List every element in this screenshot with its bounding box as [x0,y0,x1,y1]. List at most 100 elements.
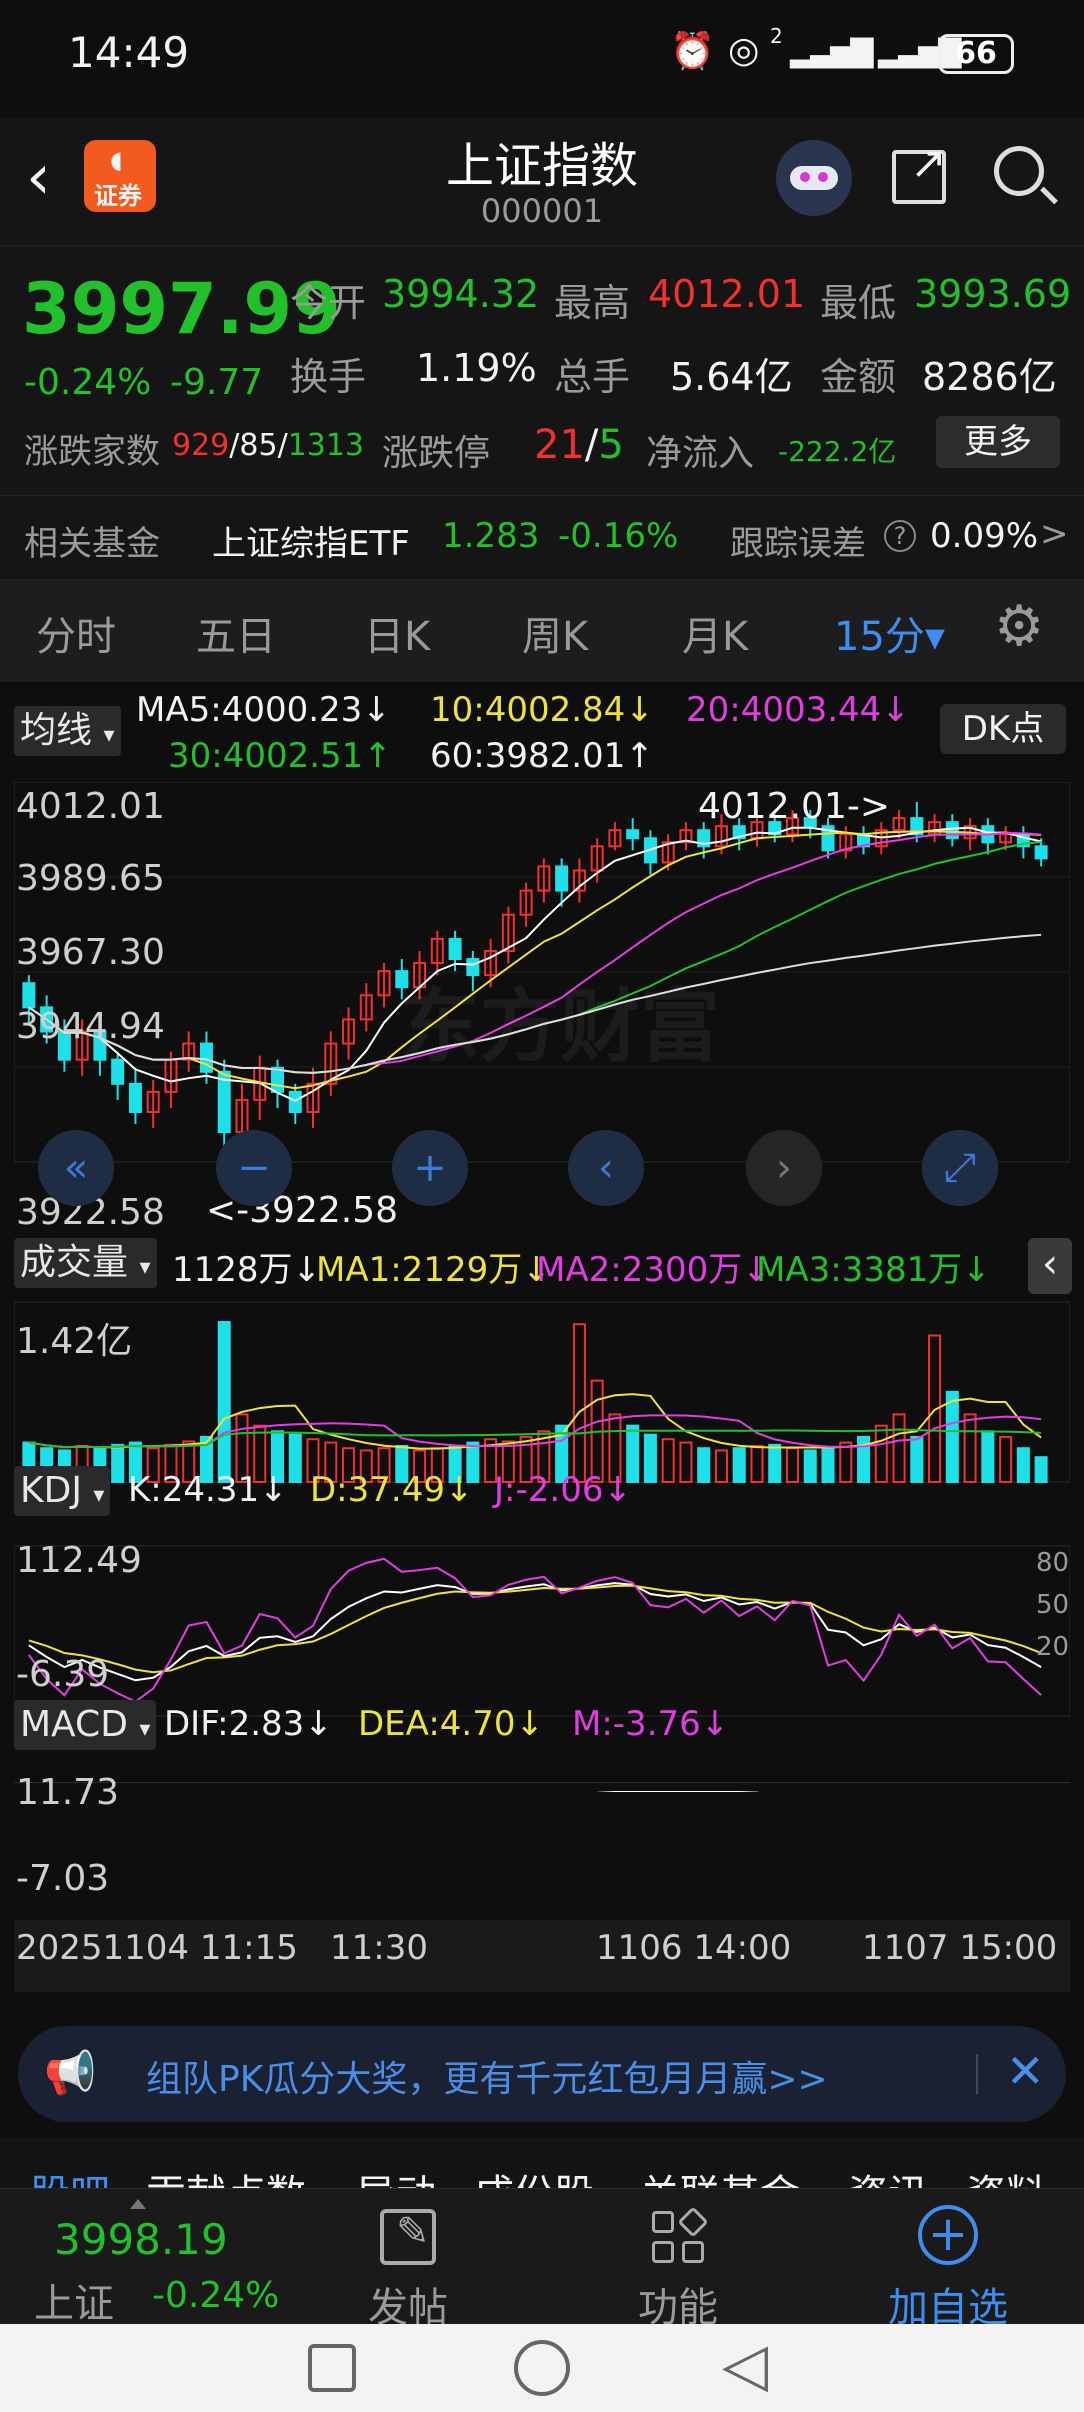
system-nav-bar: ◁ [0,2324,1084,2412]
open-value: 3994.32 [382,272,540,316]
tab-movement[interactable]: 异动 [356,2162,436,2188]
ma5-value: MA5:4000.23↓ [136,690,391,730]
volume-bar [945,1390,959,1483]
volume-bar [111,1443,125,1483]
related-fund-row[interactable]: 相关基金 上证综指ETF 1.283 -0.16% 跟踪误差 ? 0.09% > [0,496,1084,580]
period-tabs: 分时 五日 日K 周K 月K 15分▾ ⚙ [0,580,1084,682]
volume-ma2: MA2:2300万↓ [536,1250,771,1290]
amount-value: 8286亿 [922,355,1057,399]
fullscreen-icon[interactable]: ⤢ [922,1130,998,1206]
high-value: 4012.01 [648,272,806,316]
kdj-k-line [28,1582,1042,1682]
price-axis-top: 4012.01 [16,786,165,827]
macd-selector[interactable]: MACD ▾ [14,1700,157,1750]
candle-body [626,829,640,840]
volume-value: 5.64亿 [670,355,793,399]
header: ‹ 证券 ◖ 上证指数 000001 ↗ [0,118,1084,246]
limit-values: 21/5 [534,422,624,468]
time-axis-t2: 11:30 [330,1928,428,1968]
fund-price: 1.283 [442,516,540,556]
scroll-left-fast-icon[interactable]: « [38,1130,114,1206]
volume-bar [714,1449,728,1483]
breadth-label: 涨跌家数 [24,432,160,472]
volume-bar [750,1444,764,1484]
dk-point-button[interactable]: DK点 [940,704,1066,754]
zoom-in-icon[interactable]: + [392,1130,468,1206]
help-icon[interactable]: ? [884,520,916,552]
add-circle-icon[interactable]: + [918,2205,978,2265]
volume-ma3: MA3:3381万↓ [756,1250,991,1290]
zoom-out-icon[interactable]: − [216,1130,292,1206]
volume-bar [1034,1456,1048,1483]
info-tabs: 股吧 贡献点数 异动 成份股 关联基金 资讯 资料 [0,2138,1084,2188]
limit-label: 涨跌停 [382,433,491,474]
volume-bar [732,1447,746,1484]
back-nav-icon[interactable]: ◁ [722,2330,768,2400]
chart-area[interactable]: 均线 ▾ MA5:4000.23↓ 10:4002.84↓ 20:4003.44… [0,682,1084,2012]
candle-body [288,1090,302,1114]
share-icon[interactable]: ↗ [892,138,947,204]
search-icon[interactable] [994,146,1058,205]
robot-icon[interactable] [776,140,852,216]
tab-weekly-k[interactable]: 周K [522,604,588,662]
change-pct: -0.24% [24,362,152,403]
time-axis-t1: 20251104 11:15 [16,1928,298,1968]
fund-pct: -0.16% [558,516,679,556]
scroll-right-icon[interactable]: › [746,1130,822,1206]
bottom-pct: -0.24% [152,2275,280,2316]
home-icon[interactable] [514,2340,570,2396]
volume-bar [821,1447,835,1484]
bottom-price: 3998.19 [54,2215,228,2264]
candle-body [22,982,36,1009]
volume-axis: 1.42亿 [16,1321,133,1362]
kdj-selector[interactable]: KDJ ▾ [14,1466,111,1516]
volume-ma1: MA1:2129万↓ [316,1250,551,1290]
scroll-left-icon[interactable]: ‹ [568,1130,644,1206]
tab-daily-k[interactable]: 日K [364,604,430,662]
tab-contribution[interactable]: 贡献点数 [146,2162,306,2188]
tab-constituents[interactable]: 成份股 [474,2162,594,2188]
watermark: 东方财富 [400,980,720,1073]
fund-label: 相关基金 [24,524,160,564]
breadth-values: 929/85/1313 [172,428,365,463]
tab-guba[interactable]: 股吧 [30,2162,110,2188]
candle-body [945,821,959,840]
gear-icon[interactable]: ⚙ [994,594,1044,659]
bottom-name: 上证 [34,2281,114,2327]
volume-selector[interactable]: 成交量 ▾ [14,1238,157,1288]
ma-selector[interactable]: 均线 ▾ [14,706,121,756]
macd-axis-bottom: -7.03 [16,1858,110,1899]
kdj-axis-top: 112.49 [16,1540,142,1581]
netflow-value: -222.2亿 [778,435,897,468]
close-icon[interactable]: ✕ [1006,2044,1045,2098]
megaphone-icon: 📢 [44,2048,97,2097]
status-bar: 14:49 ⏰ ◎ 2 ▂▃▅▇ ▂▃▅▇ 66 [0,0,1084,118]
time-axis-t3: 1106 14:00 [596,1928,792,1968]
tab-profile[interactable]: 资料 [966,2162,1046,2188]
hotspot-icon: ◎ [728,30,760,71]
open-label: 今开 [290,281,367,325]
ma60-value: 60:3982.01↑ [430,736,654,776]
grid-icon[interactable] [652,2206,709,2265]
tab-monthly-k[interactable]: 月K [682,604,748,662]
tab-five-day[interactable]: 五日 [196,604,276,662]
low-value: 3993.69 [914,272,1072,316]
price-axis-l3: 3967.30 [16,932,165,973]
more-button[interactable]: 更多 [936,416,1060,468]
collapse-panel-icon[interactable]: ‹ [1028,1238,1072,1294]
quote-panel: 3997.99 -0.24% -9.77 今开 3994.32 最高 4012.… [0,246,1084,496]
promo-banner[interactable]: 📢 组队PK瓜分大奖，更有千元红包月月赢>> ✕ [18,2026,1066,2122]
tab-news[interactable]: 资讯 [848,2162,928,2188]
edit-icon[interactable]: ✎ [380,2209,436,2265]
volume-label: 总手 [554,355,631,399]
candle-body [111,1058,125,1085]
signal-icon: ▂▃▅▇ [790,34,873,69]
tab-related-funds[interactable]: 关联基金 [640,2162,800,2188]
recents-icon[interactable] [308,2344,356,2392]
expand-arrow-icon[interactable] [130,2199,146,2209]
high-annotation: 4012.01-> [698,786,891,827]
kdj-k: K:24.31↓ [128,1470,288,1510]
tab-15min[interactable]: 15分▾ [834,604,945,662]
banner-text[interactable]: 组队PK瓜分大奖，更有千元红包月月赢>> [146,2050,828,2102]
tab-intraday[interactable]: 分时 [36,604,116,662]
